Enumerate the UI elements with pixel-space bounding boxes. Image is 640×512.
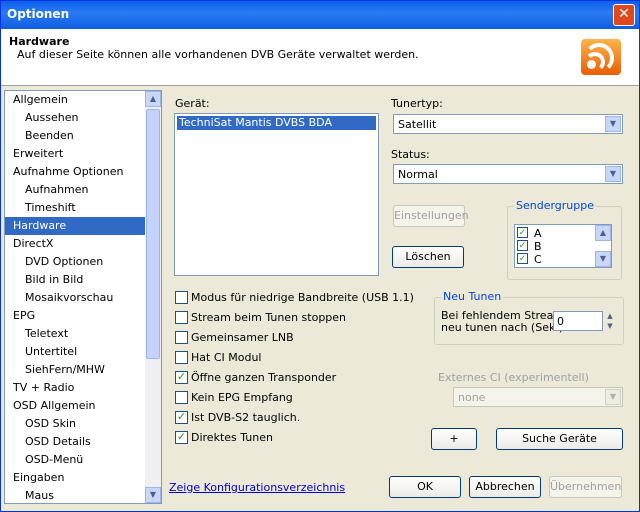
external-ci-value: none bbox=[458, 391, 486, 404]
sidebar-item[interactable]: Aussehen bbox=[5, 109, 145, 127]
sender-group-label: A bbox=[534, 227, 542, 240]
window-title: Optionen bbox=[7, 7, 70, 21]
option-label: Öffne ganzen Transponder bbox=[191, 371, 337, 384]
checkbox-icon[interactable] bbox=[175, 311, 188, 324]
page-subtitle: Auf dieser Seite können alle vorhandenen… bbox=[17, 48, 419, 61]
page-header: Hardware Auf dieser Seite können alle vo… bbox=[1, 29, 639, 86]
retune-spinner[interactable]: ▲ ▼ bbox=[604, 311, 616, 331]
sidebar-item[interactable]: Erweitert bbox=[5, 145, 145, 163]
checkmark-icon[interactable]: ✓ bbox=[517, 227, 528, 238]
external-ci-select[interactable]: none ▼ bbox=[453, 387, 623, 407]
status-select[interactable]: Normal ▼ bbox=[393, 164, 623, 184]
tuner-type-label: Tunertyp: bbox=[391, 97, 443, 110]
scroll-thumb[interactable] bbox=[146, 109, 160, 359]
sender-group-title: Sendergruppe bbox=[514, 199, 597, 212]
checkmark-icon[interactable]: ✓ bbox=[175, 431, 188, 444]
retune-line2: neu tunen nach (Sek.) bbox=[441, 321, 564, 334]
sidebar-item[interactable]: Aufnahme Optionen bbox=[5, 163, 145, 181]
device-label: Gerät: bbox=[175, 97, 210, 110]
spin-down-icon[interactable]: ▼ bbox=[604, 321, 616, 331]
sidebar-item[interactable]: Allgemein bbox=[5, 91, 145, 109]
device-item[interactable]: TechniSat Mantis DVBS BDA Receiver bbox=[177, 116, 376, 143]
ok-button[interactable]: OK bbox=[389, 476, 461, 498]
scroll-up-icon[interactable]: ▲ bbox=[145, 91, 161, 107]
status-label: Status: bbox=[391, 148, 430, 161]
option-label: Hat CI Modul bbox=[191, 351, 262, 364]
checkmark-icon[interactable]: ✓ bbox=[517, 240, 528, 251]
option-label: Modus für niedrige Bandbreite (USB 1.1) bbox=[191, 291, 414, 304]
sidebar-item[interactable]: Untertitel bbox=[5, 343, 145, 361]
checkbox-icon[interactable] bbox=[175, 291, 188, 304]
status-value: Normal bbox=[398, 168, 438, 181]
close-icon: ✕ bbox=[618, 6, 630, 22]
sidebar-item[interactable]: EPG bbox=[5, 307, 145, 325]
sidebar-item[interactable]: OSD Details bbox=[5, 433, 145, 451]
sender-group-label: C bbox=[534, 253, 542, 266]
config-dir-link[interactable]: Zeige Konfigurationsverzeichnis bbox=[169, 481, 345, 494]
retune-group-title: Neu Tunen bbox=[441, 290, 504, 303]
sender-group-list[interactable]: ✓ A ✓ B ✓ C ▲ ▼ bbox=[514, 224, 612, 268]
sidebar-item[interactable]: DVD Optionen bbox=[5, 253, 145, 271]
sidebar-item[interactable]: OSD Allgemein bbox=[5, 397, 145, 415]
sidebar-item[interactable]: OSD Skin bbox=[5, 415, 145, 433]
checkbox-icon[interactable] bbox=[175, 391, 188, 404]
scroll-down-icon[interactable]: ▼ bbox=[145, 487, 161, 503]
sidebar-item[interactable]: Eingaben bbox=[5, 469, 145, 487]
sidebar-nav[interactable]: Allgemein Aussehen Beenden Erweitert Aufnahm… bbox=[4, 90, 162, 504]
checkbox-icon[interactable] bbox=[175, 331, 188, 344]
sidebar-item[interactable]: Hardware bbox=[5, 217, 145, 235]
sender-group-label: B bbox=[534, 240, 542, 253]
page-title: Hardware bbox=[9, 35, 70, 48]
checkbox-icon[interactable] bbox=[175, 351, 188, 364]
sidebar-item[interactable]: Teletext bbox=[5, 325, 145, 343]
settings-button[interactable]: Einstellungen bbox=[393, 205, 469, 227]
tuner-type-select[interactable]: Satellit ▼ bbox=[393, 114, 623, 134]
cancel-button[interactable]: Abbrechen bbox=[469, 476, 541, 498]
checkmark-icon[interactable]: ✓ bbox=[517, 253, 528, 264]
retune-seconds-value: 0 bbox=[557, 315, 564, 328]
close-button[interactable]: ✕ bbox=[613, 4, 635, 26]
checkmark-icon[interactable]: ✓ bbox=[175, 411, 188, 424]
add-button[interactable]: + bbox=[431, 428, 477, 450]
sidebar-item[interactable]: Aufnahmen bbox=[5, 181, 145, 199]
retune-seconds-input[interactable]: 0 bbox=[553, 311, 603, 331]
search-devices-button[interactable]: Suche Geräte bbox=[496, 428, 623, 450]
sidebar-item[interactable]: OSD-Menü bbox=[5, 451, 145, 469]
chevron-down-icon[interactable]: ▼ bbox=[605, 166, 621, 182]
sidebar-item[interactable]: Mosaikvorschau bbox=[5, 289, 145, 307]
scroll-up-icon[interactable]: ▲ bbox=[595, 225, 611, 241]
delete-button[interactable]: Löschen bbox=[392, 246, 464, 268]
external-ci-label: Externes CI (experimentell) bbox=[438, 371, 589, 384]
sidebar-item[interactable]: Beenden bbox=[5, 127, 145, 145]
options-window: Optionen ✕ Hardware Auf dieser Seite kön… bbox=[0, 0, 640, 512]
sidebar-item[interactable]: SiehFern/MHW bbox=[5, 361, 145, 379]
title-bar[interactable]: Optionen ✕ bbox=[1, 1, 639, 29]
scroll-down-icon[interactable]: ▼ bbox=[595, 251, 611, 267]
sidebar-item[interactable]: Maus bbox=[5, 487, 145, 503]
chevron-down-icon[interactable]: ▼ bbox=[605, 389, 621, 405]
chevron-down-icon[interactable]: ▼ bbox=[605, 116, 621, 132]
tuner-type-value: Satellit bbox=[398, 118, 437, 131]
option-label: Stream beim Tunen stoppen bbox=[191, 311, 347, 324]
sidebar-item[interactable]: DirectX bbox=[5, 235, 145, 253]
device-list[interactable]: TechniSat Mantis DVBS BDA Receiver bbox=[174, 113, 379, 276]
apply-button[interactable]: Übernehmen bbox=[549, 476, 622, 498]
option-label: Gemeinsamer LNB bbox=[191, 331, 294, 344]
sender-scrollbar[interactable]: ▲ ▼ bbox=[595, 225, 611, 267]
option-label: Direktes Tunen bbox=[191, 431, 273, 444]
checkmark-icon[interactable]: ✓ bbox=[175, 371, 188, 384]
option-label: Kein EPG Empfang bbox=[191, 391, 293, 404]
sidebar-item[interactable]: Bild in Bild bbox=[5, 271, 145, 289]
sidebar-item[interactable]: TV + Radio bbox=[5, 379, 145, 397]
rss-icon bbox=[581, 39, 621, 75]
option-label: Ist DVB-S2 tauglich. bbox=[191, 411, 301, 424]
sidebar-item[interactable]: Timeshift bbox=[5, 199, 145, 217]
sidebar-scrollbar[interactable]: ▲ ▼ bbox=[145, 91, 161, 503]
spin-up-icon[interactable]: ▲ bbox=[604, 311, 616, 321]
